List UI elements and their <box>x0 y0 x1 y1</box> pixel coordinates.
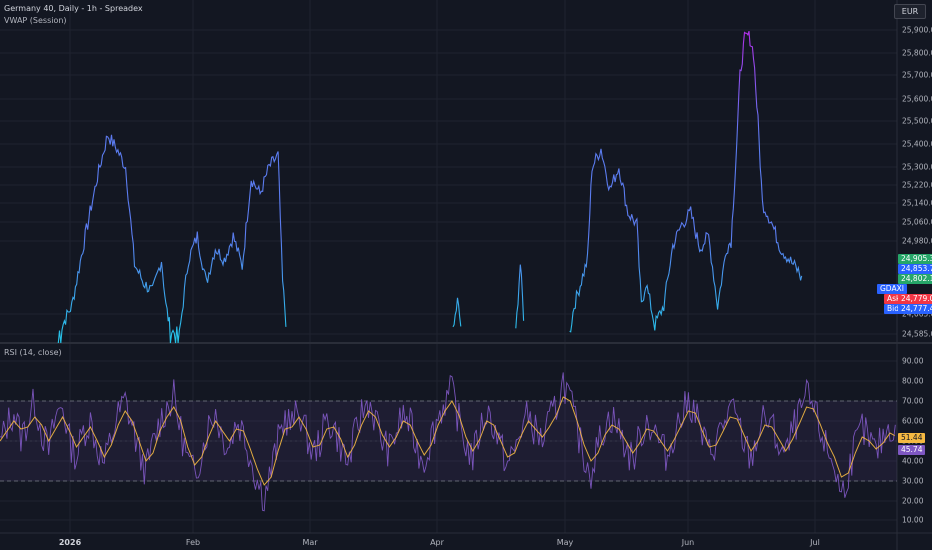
price-tick-label: 25,300.0 <box>902 162 932 172</box>
time-tick-label: Jul <box>810 538 820 547</box>
rsi-title[interactable]: RSI (14, close) <box>4 348 62 357</box>
price-tick-label: 25,060.0 <box>902 217 932 227</box>
rsi-tick-label: 30.00 <box>902 476 924 486</box>
rsi-tick-label: 10.00 <box>902 515 924 525</box>
price-tick-label: 25,500.0 <box>902 116 932 126</box>
price-tick-label: 24,980.0 <box>902 236 932 246</box>
rsi-ma-badge: 51.44 <box>898 433 926 443</box>
price-tick-label: 25,600.0 <box>902 94 932 104</box>
chart-canvas[interactable] <box>0 0 932 550</box>
indicator-label[interactable]: VWAP (Session) <box>4 16 67 25</box>
bid-price-badge: 24,777.4 <box>898 304 932 314</box>
time-tick-label: May <box>556 538 574 547</box>
vwap-line-segment <box>515 264 525 329</box>
time-tick-label: 2026 <box>58 538 82 547</box>
time-tick-label: Jun <box>681 538 695 547</box>
chart-title: Germany 40, Daily - 1h - Spreadex <box>4 4 143 13</box>
price-tick-label: 24,585.0 <box>902 329 932 339</box>
rsi-tick-label: 80.00 <box>902 376 924 386</box>
price-tick-label: 25,220.0 <box>902 180 932 190</box>
rsi-tick-label: 90.00 <box>902 356 924 366</box>
rsi-tick-label: 70.00 <box>902 396 924 406</box>
time-tick-label: Apr <box>430 538 444 547</box>
price-badge-3: 24,802.1 <box>898 274 932 284</box>
price-tick-label: 25,400.0 <box>902 139 932 149</box>
vwap-line-segment <box>452 297 462 328</box>
vwap-line <box>57 30 803 344</box>
ask-price-badge: 24,779.0 <box>898 294 932 304</box>
vwap-line-segment <box>57 134 287 344</box>
vwap-line-segment <box>569 30 803 333</box>
rsi-value-badge: 45.74 <box>898 445 926 455</box>
symbol-tag: GDAXI <box>877 284 907 294</box>
price-tick-label: 25,140.0 <box>902 198 932 208</box>
time-tick-label: Mar <box>302 538 318 547</box>
rsi-tick-label: 60.00 <box>902 416 924 426</box>
rsi-tick-label: 40.00 <box>902 456 924 466</box>
rsi-tick-label: 20.00 <box>902 496 924 506</box>
price-tick-label: 25,700.0 <box>902 70 932 80</box>
price-tick-label: 25,900.0 <box>902 25 932 35</box>
time-tick-label: Feb <box>185 538 201 547</box>
price-badge-1: 24,905.3 <box>898 254 932 264</box>
price-badge-2: 24,853.7 <box>898 264 932 274</box>
currency-button[interactable]: EUR <box>894 4 926 19</box>
price-tick-label: 25,800.0 <box>902 48 932 58</box>
